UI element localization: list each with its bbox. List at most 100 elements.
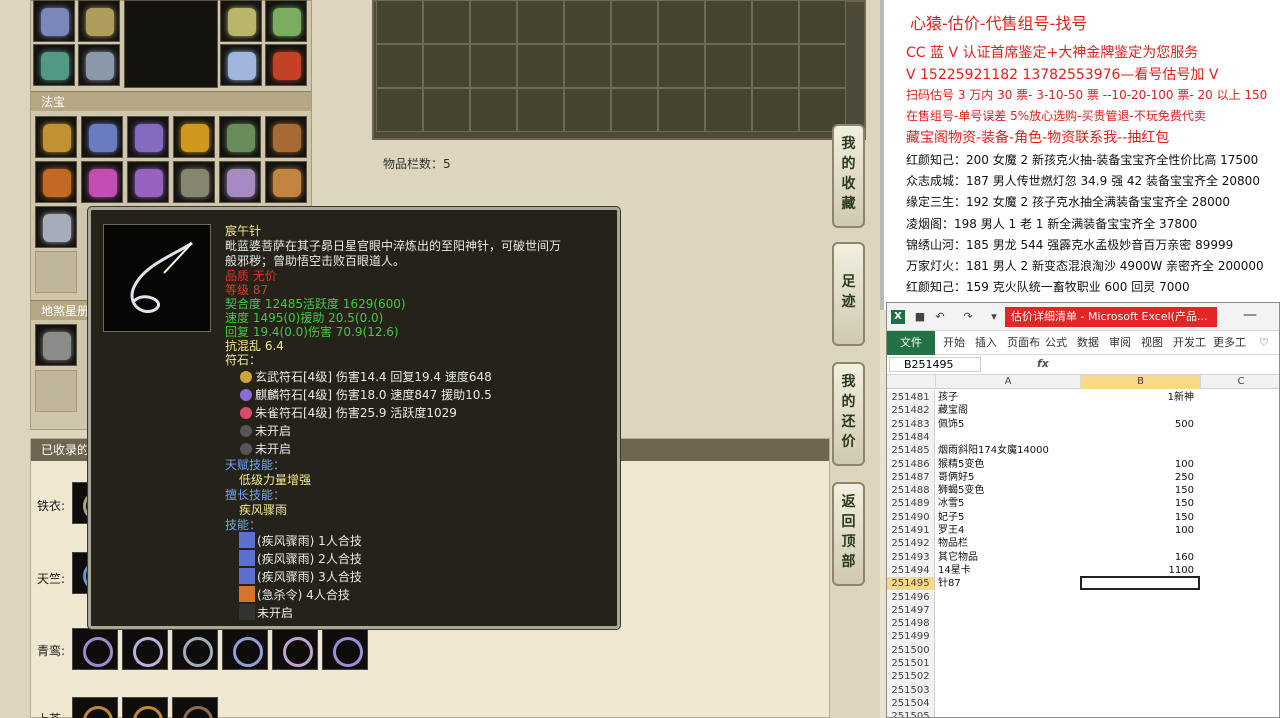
cell-a[interactable]: 14星卡 (938, 564, 971, 577)
fabao-slot[interactable] (35, 161, 77, 203)
tab-layout[interactable]: 页面布 (1007, 331, 1040, 355)
fabao-slot[interactable] (127, 161, 169, 203)
inventory-slot[interactable] (799, 44, 846, 88)
inventory-slot[interactable] (611, 44, 658, 88)
cell-a[interactable]: 妃子5 (938, 511, 964, 524)
inventory-slot[interactable] (658, 44, 705, 88)
undo-icon[interactable]: ↶ (933, 310, 947, 324)
cell-a[interactable]: 藏宝阁 (938, 404, 968, 417)
table-row[interactable]: 251505 (887, 710, 1279, 717)
fabao-slot-selected[interactable] (35, 206, 77, 248)
fabao-slot-empty[interactable] (35, 251, 77, 293)
row-number[interactable]: 251504 (887, 696, 935, 711)
dishageng-slot[interactable] (35, 324, 77, 366)
inventory-slot[interactable] (611, 0, 658, 44)
row-number[interactable]: 251488 (887, 484, 935, 498)
column-header-a[interactable]: A (935, 375, 1080, 389)
my-bargain-button[interactable]: 我的还价 (832, 362, 865, 466)
table-row[interactable]: 251501 (887, 657, 1279, 671)
cell-b[interactable]: 100 (1080, 458, 1198, 471)
table-row[interactable]: 251490 妃子5 150 (887, 510, 1279, 524)
cell-b[interactable]: 150 (1080, 497, 1198, 510)
table-row[interactable]: 251498 (887, 617, 1279, 631)
inventory-slot[interactable] (752, 88, 799, 132)
table-row[interactable]: 251502 (887, 670, 1279, 684)
row-number[interactable]: 251484 (887, 430, 935, 445)
equip-slot-boots[interactable] (78, 44, 120, 86)
cell-a[interactable]: 其它物品 (938, 551, 978, 564)
cell-b[interactable]: 500 (1080, 418, 1198, 431)
inventory-slot[interactable] (376, 44, 423, 88)
cell-b[interactable]: 1100 (1080, 564, 1198, 577)
row-number[interactable]: 251497 (887, 603, 935, 618)
fabao-slot[interactable] (219, 161, 261, 203)
fabao-slot[interactable] (35, 116, 77, 158)
minimize-icon[interactable]: — (1243, 307, 1257, 323)
row-number[interactable]: 251482 (887, 404, 935, 418)
cell-a[interactable]: 佩饰5 (938, 418, 964, 431)
table-row[interactable]: 251497 (887, 603, 1279, 618)
row-number[interactable]: 251483 (887, 417, 935, 431)
inventory-slot[interactable] (564, 88, 611, 132)
my-favorites-button[interactable]: 我的收藏 (832, 124, 865, 228)
inventory-slot[interactable] (376, 88, 423, 132)
fabao-slot[interactable] (81, 116, 123, 158)
inventory-slot[interactable] (423, 88, 470, 132)
inventory-slot[interactable] (564, 0, 611, 44)
row-number[interactable]: 251493 (887, 550, 935, 564)
cell-a[interactable]: 猴精5变色 (938, 458, 984, 471)
fabao-slot[interactable] (265, 161, 307, 203)
table-row[interactable]: 251494 14星卡 1100 (887, 563, 1279, 578)
insert-function-icon[interactable]: fx (1037, 357, 1049, 370)
table-row[interactable]: 251496 (887, 590, 1279, 604)
table-row[interactable]: 251483 佩饰5 500 (887, 417, 1279, 431)
table-row[interactable]: 251503 (887, 683, 1279, 697)
equip-slot-amulet[interactable] (220, 0, 262, 42)
table-row[interactable]: 251486 猴精5变色 100 (887, 457, 1279, 471)
equip-slot-accessory[interactable] (220, 44, 262, 86)
cell-a[interactable]: 冰雪5 (938, 497, 964, 510)
cell-b[interactable]: 150 (1080, 511, 1198, 524)
row-number[interactable]: 251500 (887, 643, 935, 657)
inventory-slot[interactable] (658, 0, 705, 44)
row-number[interactable]: 251498 (887, 617, 935, 631)
customize-toolbar-icon[interactable]: ▾ (987, 310, 1001, 324)
row-number[interactable]: 251495 (887, 577, 935, 591)
pet-icon[interactable] (72, 697, 118, 718)
fabao-slot[interactable] (265, 116, 307, 158)
cell-a[interactable]: 针87 (938, 577, 961, 590)
tab-developer[interactable]: 开发工 (1173, 331, 1206, 355)
tab-data[interactable]: 数据 (1077, 331, 1099, 355)
row-number[interactable]: 251505 (887, 710, 935, 717)
cell-b[interactable]: 250 (1080, 471, 1198, 484)
tab-insert[interactable]: 插入 (975, 331, 997, 355)
table-row[interactable]: 251481 孩子 1新神 (887, 391, 1279, 405)
inventory-slot[interactable] (423, 44, 470, 88)
inventory-slot[interactable] (658, 88, 705, 132)
inventory-slot[interactable] (752, 0, 799, 44)
row-number[interactable]: 251499 (887, 630, 935, 644)
pet-icon[interactable] (272, 628, 318, 670)
table-row[interactable]: 251484 (887, 430, 1279, 445)
table-row[interactable]: 251488 狮蝎5变色 150 (887, 484, 1279, 498)
dishageng-slot-empty[interactable] (35, 370, 77, 412)
table-row[interactable]: 251485 烟雨斜阳174女魔14000 (887, 444, 1279, 458)
row-number[interactable]: 251502 (887, 670, 935, 684)
cell-a[interactable]: 哥俩好5 (938, 471, 974, 484)
column-header-c[interactable]: C (1200, 375, 1279, 389)
redo-icon[interactable]: ↷ (961, 310, 975, 324)
equip-slot-weapon[interactable] (33, 0, 75, 42)
pet-icon[interactable] (122, 697, 168, 718)
pet-icon[interactable] (172, 628, 218, 670)
save-icon[interactable]: ■ (913, 310, 927, 324)
cell-a[interactable]: 孩子 (938, 391, 958, 404)
cell-b[interactable]: 160 (1080, 551, 1198, 564)
row-number[interactable]: 251485 (887, 444, 935, 458)
equip-slot-armor[interactable] (78, 0, 120, 42)
cell-b[interactable]: 1新神 (1080, 391, 1198, 404)
table-row[interactable]: 251482 藏宝阁 (887, 404, 1279, 418)
fabao-slot[interactable] (219, 116, 261, 158)
row-number[interactable]: 251481 (887, 391, 935, 405)
cell-a[interactable]: 罗王4 (938, 524, 964, 537)
pet-icon[interactable] (122, 628, 168, 670)
